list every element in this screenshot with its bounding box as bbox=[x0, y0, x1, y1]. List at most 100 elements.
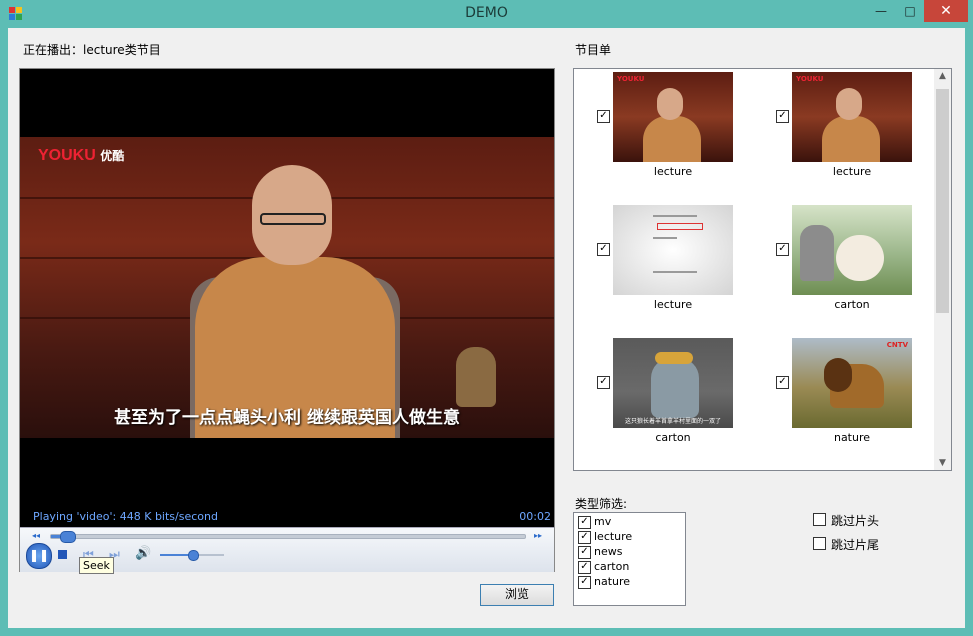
media-player[interactable]: YOUKU 优酷 甚至为了一点点蝇头小利 继续跟英国人做生意 Playing '… bbox=[19, 68, 555, 572]
seek-tooltip: Seek bbox=[79, 557, 114, 574]
volume-thumb[interactable] bbox=[188, 550, 199, 561]
player-status: Playing 'video': 448 K bits/second bbox=[33, 510, 218, 523]
filter-item-mv[interactable]: ✓ mv bbox=[576, 514, 681, 529]
seek-bar[interactable] bbox=[50, 531, 526, 543]
youku-logo: YOUKU 优酷 bbox=[38, 147, 124, 165]
playlist-item-label: lecture bbox=[653, 165, 693, 178]
playlist-panel[interactable]: ✓ YOUKU lecture ✓ YOUKU lecture ✓ lectur… bbox=[573, 68, 952, 471]
thumb-text-line bbox=[653, 215, 697, 217]
scroll-up-icon[interactable]: ▲ bbox=[934, 71, 951, 81]
filter-label: news bbox=[594, 545, 623, 558]
filter-label: lecture bbox=[594, 530, 633, 543]
filter-item-lecture[interactable]: ✓ lecture bbox=[576, 529, 681, 544]
thumb-subtitle: 这只狼长着羊首拿羊村里面的一双了 bbox=[624, 418, 721, 425]
playlist-checkbox[interactable]: ✓ bbox=[597, 376, 610, 389]
video-subtitle: 甚至为了一点点蝇头小利 继续跟英国人做生意 bbox=[114, 408, 460, 428]
skip-outro-label: 跳过片尾 bbox=[831, 538, 880, 552]
filter-label: carton bbox=[594, 560, 630, 573]
skip-outro-checkbox[interactable] bbox=[813, 537, 826, 550]
seek-back-icon[interactable]: ◂◂ bbox=[32, 531, 40, 540]
playlist-item[interactable]: ✓ carton bbox=[753, 202, 932, 335]
maximize-button[interactable]: □ bbox=[896, 0, 924, 22]
player-time: 00:02 bbox=[519, 510, 551, 523]
app-window: DEMO — □ ✕ 正在播出：lecture类节目 节目单 YOUKU 优酷 bbox=[0, 0, 973, 636]
thumbnail-lecture[interactable]: YOUKU bbox=[613, 72, 733, 162]
thumb-text-line bbox=[653, 237, 677, 239]
window-title: DEMO bbox=[465, 5, 508, 21]
filter-label: nature bbox=[594, 575, 631, 588]
stop-button[interactable] bbox=[58, 550, 67, 559]
thumbnail-carton[interactable]: 这只狼长着羊首拿羊村里面的一双了 bbox=[613, 338, 733, 428]
video-frame[interactable]: YOUKU 优酷 甚至为了一点点蝇头小利 继续跟英国人做生意 bbox=[20, 137, 554, 438]
playlist-item-label: lecture bbox=[653, 298, 693, 311]
thumb-channel-tag: CNTV bbox=[886, 341, 908, 349]
now-playing-label: 正在播出：lecture类节目 bbox=[23, 41, 161, 58]
playlist-checkbox[interactable]: ✓ bbox=[776, 376, 789, 389]
playlist-item-label: carton bbox=[655, 431, 691, 444]
seek-forward-icon[interactable]: ▸▸ bbox=[534, 531, 542, 540]
filter-checkbox[interactable]: ✓ bbox=[578, 546, 591, 559]
type-filter-list[interactable]: ✓ mv ✓ lecture ✓ news ✓ carton ✓ nature bbox=[573, 512, 686, 606]
thumb-figure bbox=[643, 116, 701, 162]
pause-button[interactable]: ❚❚ bbox=[26, 543, 52, 569]
filter-title: 类型筛选: bbox=[575, 497, 628, 511]
minimize-button[interactable]: — bbox=[866, 0, 896, 22]
volume-slider[interactable] bbox=[160, 550, 224, 561]
playlist-scrollbar[interactable]: ▲ ▼ bbox=[934, 69, 951, 470]
thumbnail-lecture-slide[interactable] bbox=[613, 205, 733, 295]
playlist-checkbox[interactable]: ✓ bbox=[597, 243, 610, 256]
playlist-title: 节目单 bbox=[575, 43, 612, 57]
thumb-figure bbox=[836, 235, 884, 281]
now-playing-value: lecture类节目 bbox=[83, 43, 161, 57]
filter-checkbox[interactable]: ✓ bbox=[578, 576, 591, 589]
title-bar[interactable]: DEMO — □ ✕ bbox=[0, 0, 973, 28]
logo-text-cn: 优酷 bbox=[100, 149, 125, 163]
playlist-item-label: carton bbox=[834, 298, 870, 311]
browse-button[interactable]: 浏览 bbox=[480, 584, 554, 606]
thumbnail-carton[interactable] bbox=[792, 205, 912, 295]
playlist-item[interactable]: ✓ 这只狼长着羊首拿羊村里面的一双了 carton bbox=[574, 335, 753, 468]
scroll-down-icon[interactable]: ▼ bbox=[934, 458, 951, 468]
client-area: 正在播出：lecture类节目 节目单 YOUKU 优酷 甚至为了一点点蝇头小利… bbox=[8, 28, 965, 628]
seek-fill bbox=[51, 535, 60, 538]
thumb-figure bbox=[822, 116, 880, 162]
thumb-figure bbox=[651, 358, 699, 418]
skip-intro-checkbox[interactable] bbox=[813, 513, 826, 526]
close-button[interactable]: ✕ bbox=[924, 0, 968, 22]
filter-checkbox[interactable]: ✓ bbox=[578, 516, 591, 529]
playlist-checkbox[interactable]: ✓ bbox=[597, 110, 610, 123]
playlist-item[interactable]: ✓ CNTV nature bbox=[753, 335, 932, 468]
scroll-thumb[interactable] bbox=[936, 89, 949, 313]
thumb-logo: YOUKU bbox=[617, 75, 645, 83]
seek-thumb[interactable] bbox=[60, 531, 76, 543]
filter-checkbox[interactable]: ✓ bbox=[578, 561, 591, 574]
filter-item-nature[interactable]: ✓ nature bbox=[576, 574, 681, 589]
filter-label: mv bbox=[594, 515, 612, 528]
volume-icon[interactable]: 🔊 bbox=[135, 546, 151, 561]
filter-item-carton[interactable]: ✓ carton bbox=[576, 559, 681, 574]
filter-item-news[interactable]: ✓ news bbox=[576, 544, 681, 559]
thumb-figure bbox=[836, 88, 862, 120]
filter-checkbox[interactable]: ✓ bbox=[578, 531, 591, 544]
skip-intro-label: 跳过片头 bbox=[831, 514, 880, 528]
thumb-search-box bbox=[657, 223, 703, 230]
playlist-item[interactable]: ✓ YOUKU lecture bbox=[753, 69, 932, 202]
thumb-logo: YOUKU bbox=[796, 75, 824, 83]
thumb-figure bbox=[824, 358, 852, 392]
thumbnail-lecture[interactable]: YOUKU bbox=[792, 72, 912, 162]
thumb-figure bbox=[655, 352, 693, 364]
thumbnail-nature[interactable]: CNTV bbox=[792, 338, 912, 428]
logo-text: YOUKU bbox=[38, 147, 96, 164]
playlist-item-label: lecture bbox=[832, 165, 872, 178]
playlist-item[interactable]: ✓ YOUKU lecture bbox=[574, 69, 753, 202]
playlist-item[interactable]: ✓ lecture bbox=[574, 202, 753, 335]
thumb-figure bbox=[800, 225, 834, 281]
playlist-checkbox[interactable]: ✓ bbox=[776, 110, 789, 123]
thumb-text-line bbox=[653, 271, 697, 273]
speaker-glasses bbox=[260, 213, 326, 225]
statue-figure bbox=[456, 347, 496, 407]
playlist-checkbox[interactable]: ✓ bbox=[776, 243, 789, 256]
thumb-figure bbox=[657, 88, 683, 120]
now-playing-prefix: 正在播出： bbox=[23, 43, 84, 57]
playlist-item-label: nature bbox=[833, 431, 871, 444]
